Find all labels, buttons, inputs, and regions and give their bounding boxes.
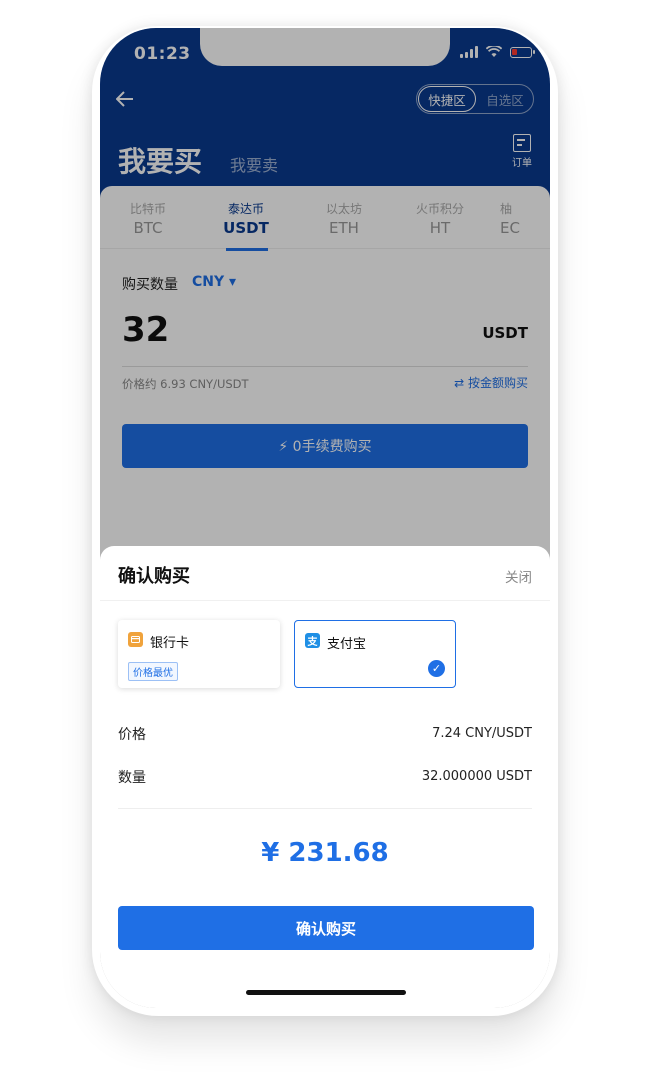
payment-method-bank-card[interactable]: 银行卡 价格最优 [118, 620, 280, 688]
bank-card-icon [128, 632, 143, 647]
alipay-icon: 支 [305, 633, 320, 648]
payment-method-name: 支付宝 [327, 637, 367, 652]
quantity-label: 数量 [118, 770, 146, 786]
home-indicator [246, 990, 406, 995]
sheet-title: 确认购买 [118, 566, 190, 587]
confirm-buy-button[interactable]: 确认购买 [118, 906, 534, 950]
divider [118, 808, 532, 809]
divider [100, 600, 550, 601]
price-label: 价格 [118, 727, 146, 743]
close-button[interactable]: 关闭 [505, 566, 532, 586]
price-value: 7.24 CNY/USDT [432, 726, 532, 741]
payment-method-alipay[interactable]: 支 支付宝 ✓ [294, 620, 456, 688]
confirm-sheet: 确认购买 关闭 银行卡 价格最优 支 支付宝 ✓ 价格 7.24 CNY/USD… [100, 546, 550, 1008]
payment-method-name: 银行卡 [150, 636, 190, 651]
check-icon: ✓ [428, 660, 445, 677]
app-screen: 01:23 快捷区 自选区 我要买 我要卖 订单 比特币 BTC 泰达币 USD… [100, 28, 550, 1008]
best-price-badge: 价格最优 [128, 662, 178, 681]
quantity-value: 32.000000 USDT [421, 769, 532, 784]
total-amount: ¥ 231.68 [261, 838, 389, 868]
